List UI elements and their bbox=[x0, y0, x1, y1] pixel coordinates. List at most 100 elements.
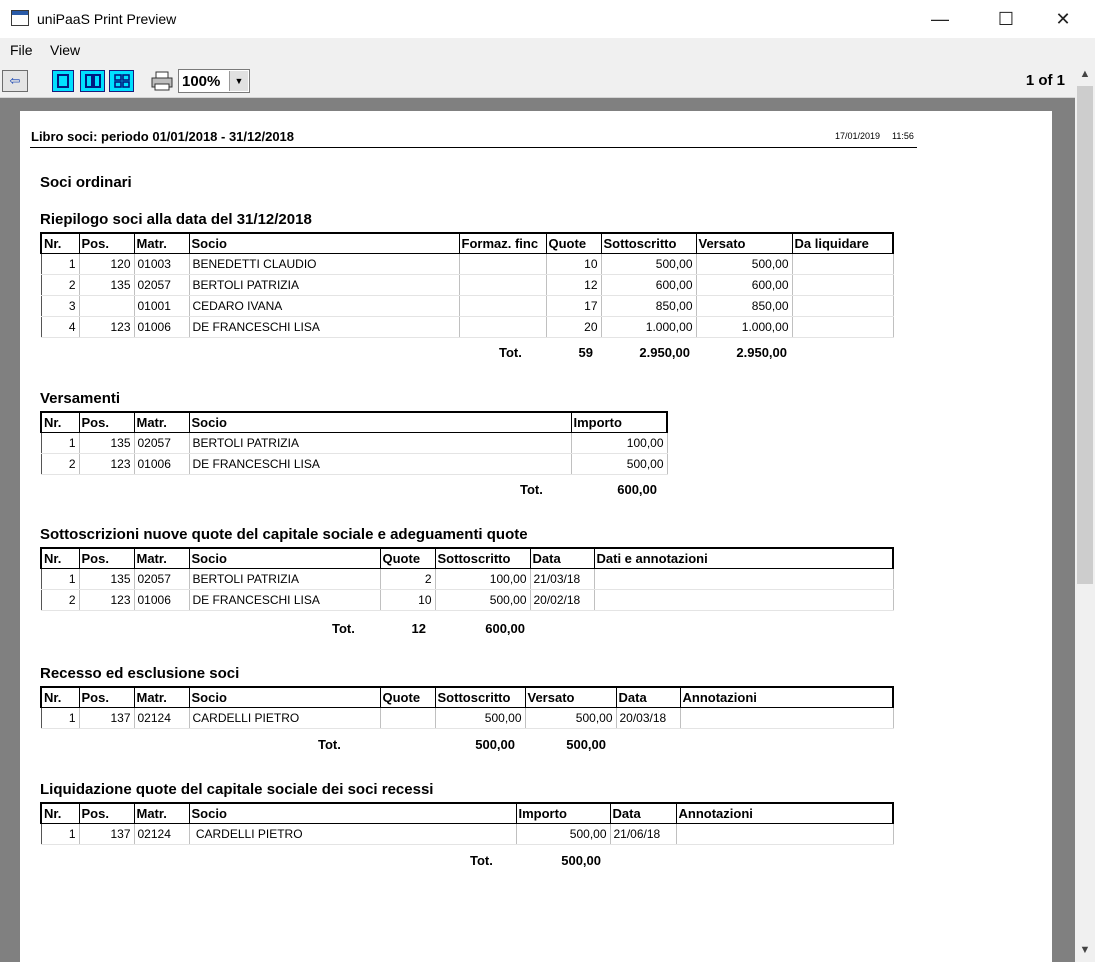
table-cell: 500,00 bbox=[695, 253, 793, 275]
sottoscrizioni-total-quote: 12 bbox=[411, 621, 426, 636]
liquidazione-total-importo: 500,00 bbox=[561, 853, 601, 868]
toolbar: ⇦ 100% ▼ 1 of 1 bbox=[0, 62, 1095, 98]
report-title: Libro soci: periodo 01/01/2018 - 31/12/2… bbox=[31, 129, 295, 144]
versamenti-total-label: Tot. bbox=[520, 482, 543, 497]
column-header: Quote bbox=[545, 232, 602, 254]
column-header: Pos. bbox=[78, 547, 135, 569]
table-row: 1 137 02124 CARDELLI PIETRO 500,00 500,0… bbox=[40, 707, 894, 729]
table-cell: 21/03/18 bbox=[529, 568, 595, 590]
sottoscrizioni-total-label: Tot. bbox=[332, 621, 355, 636]
table-cell: 4 bbox=[40, 316, 80, 338]
minimize-button[interactable]: — bbox=[917, 0, 963, 38]
table-cell: 135 bbox=[78, 274, 135, 296]
four-page-view-button[interactable] bbox=[109, 70, 134, 92]
sottoscrizioni-table: Nr. Pos. Matr. Socio Quote Sottoscritto … bbox=[40, 547, 894, 611]
table-cell: 2 bbox=[40, 453, 80, 475]
column-header: Data bbox=[615, 686, 681, 708]
column-header: Da liquidare bbox=[791, 232, 894, 254]
column-header: Sottoscritto bbox=[434, 686, 526, 708]
table-row: 1 120 01003 BENEDETTI CLAUDIO 10 500,00 … bbox=[40, 253, 894, 275]
table-cell: 123 bbox=[78, 316, 135, 338]
zoom-value: 100% bbox=[182, 73, 221, 90]
close-button[interactable]: ✕ bbox=[1040, 0, 1086, 38]
table-cell bbox=[379, 707, 436, 729]
table-cell bbox=[675, 823, 894, 845]
zoom-select[interactable]: 100% ▼ bbox=[178, 69, 250, 93]
printer-icon bbox=[151, 71, 173, 91]
table-cell: 500,00 bbox=[524, 707, 617, 729]
table-cell: 01003 bbox=[133, 253, 190, 275]
column-header: Importo bbox=[515, 802, 611, 824]
sottoscrizioni-total-sottoscritto: 600,00 bbox=[485, 621, 525, 636]
sottoscrizioni-title: Sottoscrizioni nuove quote del capitale … bbox=[40, 526, 528, 543]
table-cell: 1 bbox=[40, 568, 80, 590]
menu-file[interactable]: File bbox=[10, 42, 33, 58]
table-cell: BERTOLI PATRIZIA bbox=[188, 568, 381, 590]
recesso-total-label: Tot. bbox=[318, 737, 341, 752]
riepilogo-total-label: Tot. bbox=[499, 345, 522, 360]
single-page-icon bbox=[57, 74, 69, 88]
scroll-up-icon[interactable]: ▲ bbox=[1075, 64, 1095, 84]
table-cell: 135 bbox=[78, 568, 135, 590]
table-cell: 135 bbox=[78, 432, 135, 454]
column-header: Sottoscritto bbox=[434, 547, 531, 569]
table-cell: DE FRANCESCHI LISA bbox=[188, 589, 381, 611]
column-header: Data bbox=[609, 802, 677, 824]
table-cell: BENEDETTI CLAUDIO bbox=[188, 253, 460, 275]
column-header: Importo bbox=[570, 411, 668, 433]
scroll-down-icon[interactable]: ▼ bbox=[1075, 940, 1095, 960]
table-cell: 01006 bbox=[133, 589, 190, 611]
table-cell: 02057 bbox=[133, 274, 190, 296]
table-cell: 600,00 bbox=[695, 274, 793, 296]
table-cell: 137 bbox=[78, 707, 135, 729]
table-cell: 3 bbox=[40, 295, 80, 317]
table-cell: 01001 bbox=[133, 295, 190, 317]
table-cell: 1 bbox=[40, 823, 80, 845]
maximize-button[interactable]: ☐ bbox=[983, 0, 1029, 38]
column-header: Nr. bbox=[40, 802, 80, 824]
table-cell: 2 bbox=[40, 589, 80, 611]
table-row: 1 137 02124 CARDELLI PIETRO 500,00 21/06… bbox=[40, 823, 894, 845]
table-cell: 123 bbox=[78, 453, 135, 475]
column-header: Dati e annotazioni bbox=[593, 547, 894, 569]
scroll-thumb[interactable] bbox=[1077, 86, 1093, 584]
table-cell: 500,00 bbox=[434, 707, 526, 729]
table-cell: 1.000,00 bbox=[695, 316, 793, 338]
column-header: Versato bbox=[524, 686, 617, 708]
riepilogo-total-sottoscritto: 2.950,00 bbox=[639, 345, 690, 360]
table-cell: 500,00 bbox=[570, 453, 668, 475]
column-header: Nr. bbox=[40, 232, 80, 254]
table-cell bbox=[593, 568, 894, 590]
table-cell: CARDELLI PIETRO bbox=[188, 707, 381, 729]
table-cell: 100,00 bbox=[570, 432, 668, 454]
table-cell: 1 bbox=[40, 707, 80, 729]
versamenti-table: Nr. Pos. Matr. Socio Importo 1 135 02057… bbox=[40, 411, 668, 475]
recesso-table: Nr. Pos. Matr. Socio Quote Sottoscritto … bbox=[40, 686, 894, 729]
column-header: Versato bbox=[695, 232, 793, 254]
table-cell bbox=[458, 295, 547, 317]
table-cell bbox=[593, 589, 894, 611]
column-header: Pos. bbox=[78, 411, 135, 433]
print-button[interactable] bbox=[148, 70, 176, 92]
table-cell: 02057 bbox=[133, 432, 190, 454]
table-cell bbox=[78, 295, 135, 317]
column-header: Annotazioni bbox=[679, 686, 894, 708]
table-cell: 123 bbox=[78, 589, 135, 611]
back-button[interactable]: ⇦ bbox=[2, 70, 28, 92]
column-header: Socio bbox=[188, 411, 572, 433]
dropdown-arrow-icon[interactable]: ▼ bbox=[229, 71, 248, 91]
column-header: Socio bbox=[188, 686, 381, 708]
vertical-scrollbar[interactable]: ▲ ▼ bbox=[1075, 62, 1095, 962]
back-arrow-icon: ⇦ bbox=[9, 73, 21, 88]
single-page-view-button[interactable] bbox=[52, 70, 74, 92]
menu-view[interactable]: View bbox=[50, 42, 80, 58]
table-cell: 500,00 bbox=[600, 253, 697, 275]
table-cell: 12 bbox=[545, 274, 602, 296]
two-page-view-button[interactable] bbox=[80, 70, 105, 92]
liquidazione-title: Liquidazione quote del capitale sociale … bbox=[40, 781, 434, 798]
column-header: Nr. bbox=[40, 411, 80, 433]
table-row: 1 135 02057 BERTOLI PATRIZIA 2 100,00 21… bbox=[40, 568, 894, 590]
versamenti-title: Versamenti bbox=[40, 390, 121, 407]
riepilogo-total-quote: 59 bbox=[578, 345, 593, 360]
table-cell: 1 bbox=[40, 253, 80, 275]
